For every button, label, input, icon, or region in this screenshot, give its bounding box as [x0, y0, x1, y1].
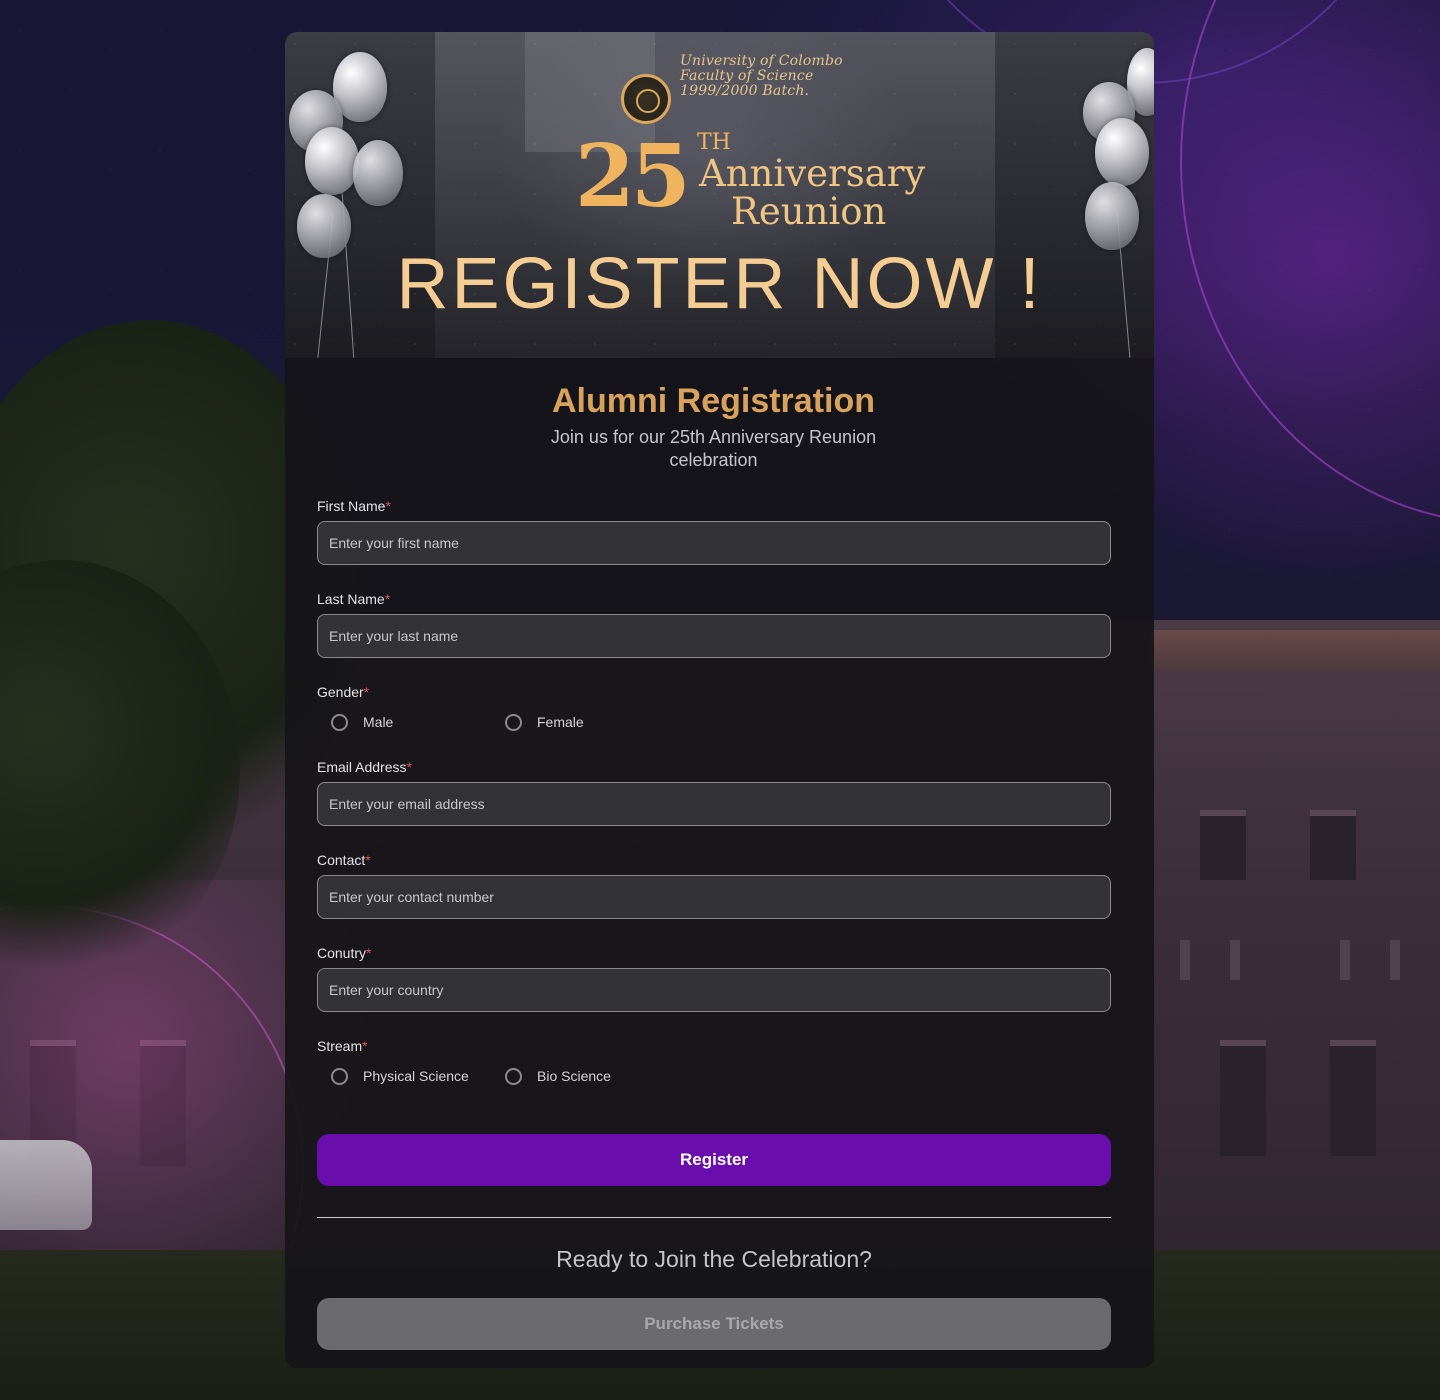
- radio-button[interactable]: [505, 713, 522, 731]
- form-title: Alumni Registration: [551, 382, 876, 420]
- contact-label: Contact*: [317, 852, 371, 868]
- balloon-icon: [305, 127, 359, 195]
- contact-input[interactable]: [317, 875, 1111, 919]
- first-name-input[interactable]: [317, 521, 1111, 565]
- radio-button[interactable]: [331, 1067, 348, 1085]
- stream-option-physical-science[interactable]: Physical Science: [331, 1067, 505, 1085]
- radio-button[interactable]: [505, 1067, 522, 1085]
- first-name-label: First Name*: [317, 498, 391, 514]
- radio-button[interactable]: [331, 713, 348, 731]
- registration-card: University of Colombo Faculty of Science…: [285, 32, 1154, 1368]
- stream-option-bio-science[interactable]: Bio Science: [505, 1067, 679, 1085]
- form-subtitle: Join us for our 25th Anniversary Reunion…: [550, 427, 877, 470]
- event-banner: University of Colombo Faculty of Science…: [285, 32, 1154, 358]
- country-input[interactable]: [317, 968, 1111, 1012]
- email-label: Email Address*: [317, 759, 412, 775]
- gender-option-female[interactable]: Female: [505, 713, 679, 731]
- parked-car: [0, 1140, 92, 1230]
- anniversary-text: Anniversary: [699, 152, 926, 195]
- email-input[interactable]: [317, 782, 1111, 826]
- registration-form: Alumni Registration Join us for our 25th…: [285, 380, 1154, 1350]
- last-name-label: Last Name*: [317, 591, 391, 607]
- ready-to-join-heading: Ready to Join the Celebration?: [556, 1246, 872, 1272]
- country-label: Conutry*: [317, 945, 372, 961]
- divider: [317, 1217, 1111, 1218]
- balloon-icon: [1095, 118, 1149, 186]
- reunion-text: Reunion: [731, 190, 887, 233]
- anniversary-number: 25: [575, 126, 691, 227]
- last-name-input[interactable]: [317, 614, 1111, 658]
- balloon-icon: [1085, 182, 1139, 250]
- university-crest-icon: [621, 74, 671, 124]
- stream-label: Stream*: [317, 1038, 368, 1054]
- purchase-tickets-button[interactable]: Purchase Tickets: [317, 1298, 1111, 1350]
- register-button[interactable]: Register: [317, 1134, 1111, 1186]
- gender-option-male[interactable]: Male: [331, 713, 505, 731]
- balloon-icon: [353, 140, 403, 206]
- stream-radio-group: Physical Science Bio Science: [317, 1064, 1110, 1088]
- register-now-headline: REGISTER NOW !: [396, 244, 1043, 324]
- gender-radio-group: Male Female: [317, 710, 1110, 734]
- gender-label: Gender*: [317, 684, 370, 700]
- university-name: University of Colombo Faculty of Science…: [680, 53, 843, 99]
